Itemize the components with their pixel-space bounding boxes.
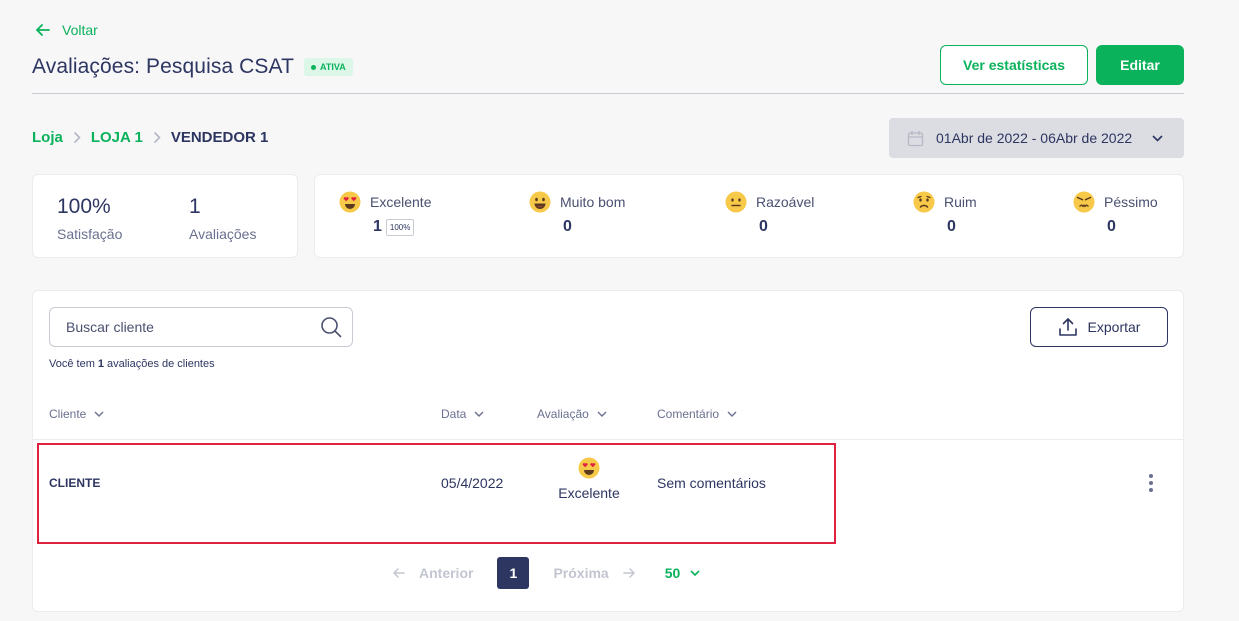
count-prefix: Você tem [49,358,95,370]
column-header-date[interactable]: Data [441,407,484,421]
status-dot [311,64,317,70]
pagination-next[interactable]: Próxima [553,565,635,581]
export-label: Exportar [1087,319,1141,335]
chevron-right-icon [153,131,161,144]
rating-label: Excelente [370,194,432,210]
header-divider [32,93,1184,94]
pagination-prev[interactable]: Anterior [393,565,473,581]
chevron-down-icon [1152,134,1163,142]
search-box[interactable] [49,307,353,347]
status-badge-label: ATIVA [320,62,346,72]
calendar-icon [907,130,924,147]
column-header-label: Cliente [49,407,87,421]
search-input[interactable] [66,319,306,335]
view-stats-button[interactable]: Ver estatísticas [940,45,1088,85]
rating-count: 0 [563,218,572,235]
rating-count: 1 [373,218,382,235]
pagination: Anterior 1 Próxima 50 [393,557,700,589]
column-header-label: Avaliação [537,407,589,421]
reviews-block: 1 Avaliações [189,195,256,242]
edit-button[interactable]: Editar [1096,45,1184,85]
column-header-comment[interactable]: Comentário [657,407,737,421]
pagination-next-label: Próxima [553,565,609,581]
reviews-label: Avaliações [189,226,257,242]
page-size-select[interactable]: 50 [665,565,701,581]
ratings-card: Excelente 1 100% Muito bom 0 Razoável 0 … [314,174,1184,258]
count-suffix: avaliações de clientes [106,358,215,370]
rating-very-good: Muito bom 0 [529,191,625,236]
reviews-table-card: Exportar Você tem1avaliações de clientes… [32,290,1184,612]
upload-icon [1058,318,1077,336]
rating-fair: Razoável 0 [725,191,814,236]
column-header-client[interactable]: Cliente [49,407,104,421]
satisfaction-value: 100% [57,195,111,218]
rating-bad: Ruim 0 [913,191,977,236]
satisfaction-block: 100% Satisfação [57,195,122,242]
column-header-label: Data [441,407,467,421]
heart-eyes-face-icon [339,191,361,213]
rating-count: 0 [1107,218,1116,235]
heart-eyes-face-icon [578,457,600,479]
export-button[interactable]: Exportar [1030,307,1168,347]
back-link[interactable]: Voltar [36,22,98,38]
page-title: Avaliações: Pesquisa CSAT [32,55,295,78]
status-badge: ATIVA [304,58,353,76]
chevron-down-icon [597,411,607,417]
reviews-count-line: Você tem 1 avaliações de clientes [49,358,215,370]
pagination-page-current[interactable]: 1 [497,557,530,589]
header-divider [33,439,1183,440]
arrow-left-icon [393,568,405,578]
rating-percent-badge: 100% [385,218,415,236]
row-rating: Excelente [553,457,625,501]
chevron-right-icon [73,131,81,144]
column-header-rating[interactable]: Avaliação [537,407,607,421]
page-size-value: 50 [664,565,681,581]
date-range-picker[interactable]: 01Abr de 2022 - 06Abr de 2022 [889,118,1184,158]
rating-label: Péssimo [1104,194,1158,210]
search-icon[interactable] [320,316,342,338]
rating-label: Ruim [944,194,977,210]
satisfaction-label: Satisfação [57,226,123,242]
arrow-left-icon [36,24,50,36]
frown-face-icon [913,191,935,213]
breadcrumb-item-store[interactable]: Loja [32,129,63,146]
breadcrumb-item-seller-1: VENDEDOR 1 [170,129,269,146]
row-client: CLIENTE [49,476,101,490]
breadcrumb: Loja LOJA 1 VENDEDOR 1 [32,129,268,146]
angry-face-icon [1073,191,1095,213]
title-row: Avaliações: Pesquisa CSAT ATIVA [32,55,353,79]
rating-count: 0 [759,218,768,235]
date-range-label: 01Abr de 2022 - 06Abr de 2022 [936,130,1133,146]
column-header-label: Comentário [657,407,720,421]
row-highlight-box [37,443,836,544]
breadcrumb-item-store-1[interactable]: LOJA 1 [91,129,143,146]
neutral-face-icon [725,191,747,213]
reviews-value: 1 [189,195,201,218]
pagination-prev-label: Anterior [419,565,474,581]
row-rating-label: Excelente [558,485,620,501]
row-date: 05/4/2022 [441,475,504,491]
chevron-down-icon [474,411,484,417]
chevron-down-icon [94,411,104,417]
grin-face-icon [529,191,551,213]
chevron-down-icon [690,570,700,576]
count-value: 1 [97,358,104,370]
arrow-right-icon [622,568,635,578]
chevron-down-icon [727,411,737,417]
row-more-options-icon[interactable] [1149,474,1153,492]
row-comment: Sem comentários [657,475,766,491]
rating-count: 0 [947,218,956,235]
rating-label: Muito bom [560,194,626,210]
summary-card: 100% Satisfação 1 Avaliações [32,174,298,258]
back-label: Voltar [62,22,98,38]
rating-label: Razoável [756,194,815,210]
rating-terrible: Péssimo 0 [1073,191,1158,236]
rating-excellent: Excelente 1 100% [339,191,431,236]
